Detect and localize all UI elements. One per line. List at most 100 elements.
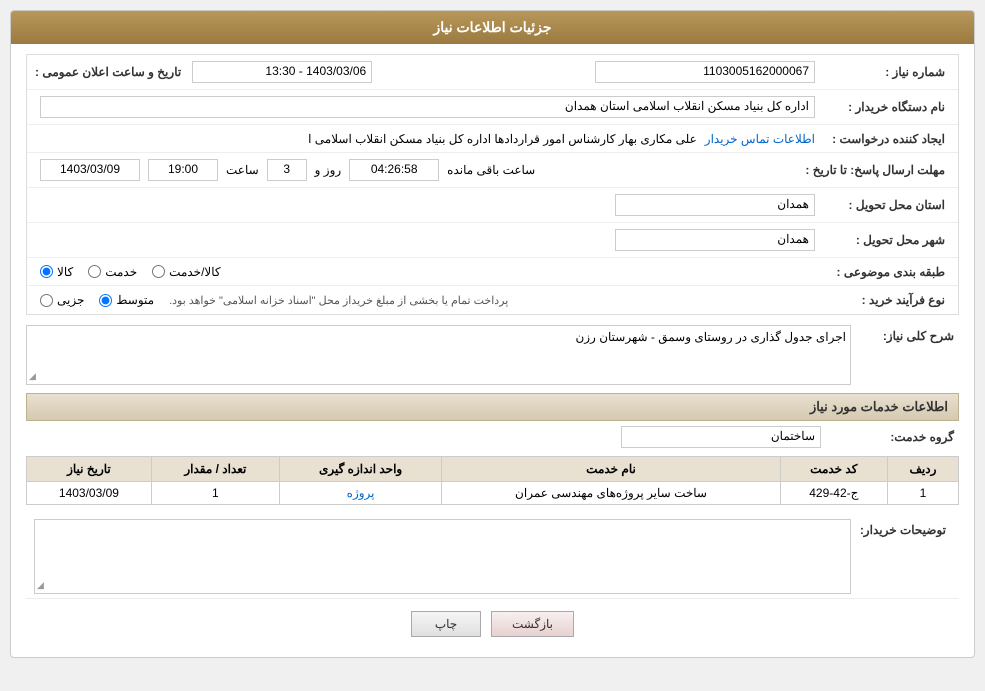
cell-unit-1: پروژه [279, 482, 441, 505]
purchase-radio-medium-input[interactable] [99, 294, 112, 307]
buyer-desc-label: توضیحات خریدار: [851, 519, 951, 537]
need-number-row: شماره نیاز : 1103005162000067 1403/03/06… [27, 55, 958, 90]
resize-handle-icon: ◢ [29, 371, 36, 382]
delivery-province-label: استان محل تحویل : [820, 198, 950, 212]
service-group-row: گروه خدمت: ساختمان [26, 426, 959, 448]
category-radio-khedmat-input[interactable] [88, 265, 101, 278]
card-header: جزئیات اطلاعات نیاز [11, 11, 974, 44]
service-info-title: اطلاعات خدمات مورد نیاز [810, 399, 948, 414]
need-number-field: 1103005162000067 [595, 61, 815, 83]
category-radio-kala: کالا [40, 265, 73, 279]
purchase-radio-medium: متوسط [99, 293, 154, 307]
service-info-header: اطلاعات خدمات مورد نیاز [26, 393, 959, 421]
back-button[interactable]: بازگشت [491, 611, 574, 637]
need-number-label: شماره نیاز : [820, 65, 950, 79]
reply-deadline-value: ساعت باقی مانده 04:26:58 روز و 3 ساعت 19… [35, 157, 805, 183]
remaining-time-field: 04:26:58 [349, 159, 439, 181]
requester-contact-link[interactable]: اطلاعات تماس خریدار [705, 132, 815, 146]
time-label: ساعت [226, 163, 259, 177]
delivery-province-value: همدان [35, 192, 820, 218]
reply-date-field: 1403/03/09 [40, 159, 140, 181]
button-row: بازگشت چاپ [26, 611, 959, 647]
announcement-date-field: 1403/03/06 - 13:30 [192, 61, 372, 83]
buyer-desc-wrapper: ◢ [34, 519, 851, 594]
buyer-org-label: نام دستگاه خریدار : [820, 100, 950, 114]
service-group-field: ساختمان [621, 426, 821, 448]
reply-deadline-row: مهلت ارسال پاسخ: تا تاریخ : ساعت باقی ما… [27, 153, 958, 188]
card-body: شماره نیاز : 1103005162000067 1403/03/06… [11, 44, 974, 657]
category-label: طبقه بندی موضوعی : [820, 265, 950, 279]
purchase-type-row: نوع فرآیند خرید : پرداخت تمام یا بخشی از… [27, 286, 958, 314]
purchase-label-small: جزیی [57, 293, 84, 307]
category-radio-group: کالا/خدمت خدمت کالا [40, 265, 815, 279]
need-number-value: 1103005162000067 [372, 59, 820, 85]
service-group-label: گروه خدمت: [829, 430, 959, 444]
info-section: شماره نیاز : 1103005162000067 1403/03/06… [26, 54, 959, 315]
cell-row-1: 1 [887, 482, 958, 505]
date-row: ساعت باقی مانده 04:26:58 روز و 3 ساعت 19… [40, 159, 800, 181]
announcement-date-block: 1403/03/06 - 13:30 تاریخ و ساعت اعلان عم… [35, 61, 372, 83]
purchase-notice: پرداخت تمام یا بخشی از مبلغ خریداز محل "… [169, 294, 508, 307]
purchase-radio-group: پرداخت تمام یا بخشی از مبلغ خریداز محل "… [40, 293, 815, 307]
requester-row: ایجاد کننده درخواست : اطلاعات تماس خریدا… [27, 125, 958, 153]
col-header-date: تاریخ نیاز [27, 457, 152, 482]
buyer-org-value: اداره کل بنیاد مسکن انقلاب اسلامی استان … [35, 94, 820, 120]
requester-name: علی مکاری بهار کارشناس امور قراردادها اد… [308, 132, 697, 146]
need-description-textarea[interactable] [27, 326, 850, 381]
remaining-label: ساعت باقی مانده [447, 163, 535, 177]
need-description-section: شرح کلی نیاز: ◢ (function(){ var ta = do… [26, 325, 959, 385]
cell-name-1: ساخت سایر پروژه‌های مهندسی عمران [442, 482, 780, 505]
category-label-kala: کالا [57, 265, 73, 279]
table-row: 1 ج-42-429 ساخت سایر پروژه‌های مهندسی عم… [27, 482, 959, 505]
buyer-desc-resize-icon: ◢ [37, 580, 44, 591]
requester-value: اطلاعات تماس خریدار علی مکاری بهار کارشن… [35, 130, 820, 148]
category-row: طبقه بندی موضوعی : کالا/خدمت خدمت [27, 258, 958, 286]
service-table: ردیف کد خدمت نام خدمت واحد اندازه گیری ت… [26, 456, 959, 505]
col-header-unit: واحد اندازه گیری [279, 457, 441, 482]
col-header-row: ردیف [887, 457, 958, 482]
service-table-header-row: ردیف کد خدمت نام خدمت واحد اندازه گیری ت… [27, 457, 959, 482]
need-description-textarea-wrapper: ◢ [26, 325, 851, 385]
delivery-city-value: همدان [35, 227, 820, 253]
days-field: 3 [267, 159, 307, 181]
purchase-type-label: نوع فرآیند خرید : [820, 293, 950, 307]
buyer-org-field: اداره کل بنیاد مسکن انقلاب اسلامی استان … [40, 96, 815, 118]
requester-label: ایجاد کننده درخواست : [820, 132, 950, 146]
cell-qty-1: 1 [151, 482, 279, 505]
reply-time-field: 19:00 [148, 159, 218, 181]
main-card: جزئیات اطلاعات نیاز شماره نیاز : 1103005… [10, 10, 975, 658]
reply-deadline-label: مهلت ارسال پاسخ: تا تاریخ : [805, 163, 950, 177]
need-description-label: شرح کلی نیاز: [859, 325, 959, 343]
category-radio-kala-khedmat-input[interactable] [152, 265, 165, 278]
buyer-org-row: نام دستگاه خریدار : اداره کل بنیاد مسکن … [27, 90, 958, 125]
cell-code-1: ج-42-429 [780, 482, 887, 505]
need-description-wrapper: ◢ (function(){ var ta = document.querySe… [26, 325, 851, 385]
purchase-radio-small-input[interactable] [40, 294, 53, 307]
page-title: جزئیات اطلاعات نیاز [433, 19, 551, 35]
delivery-province-field: همدان [615, 194, 815, 216]
category-radio-kala-khedmat: کالا/خدمت [152, 265, 220, 279]
service-table-body: 1 ج-42-429 ساخت سایر پروژه‌های مهندسی عم… [27, 482, 959, 505]
announcement-date-label: تاریخ و ساعت اعلان عمومی : [35, 65, 186, 79]
buyer-desc-textarea-wrapper: ◢ [34, 519, 851, 594]
page-wrapper: جزئیات اطلاعات نیاز شماره نیاز : 1103005… [0, 0, 985, 691]
purchase-radio-small: جزیی [40, 293, 84, 307]
days-label: روز و [315, 163, 342, 177]
category-radio-kala-input[interactable] [40, 265, 53, 278]
purchase-label-medium: متوسط [116, 293, 154, 307]
print-button[interactable]: چاپ [411, 611, 481, 637]
buyer-desc-section: توضیحات خریدار: ◢ [26, 515, 959, 599]
col-header-name: نام خدمت [442, 457, 780, 482]
service-table-head: ردیف کد خدمت نام خدمت واحد اندازه گیری ت… [27, 457, 959, 482]
category-label-khedmat: خدمت [105, 265, 137, 279]
purchase-type-value: پرداخت تمام یا بخشی از مبلغ خریداز محل "… [35, 291, 820, 309]
delivery-province-row: استان محل تحویل : همدان [27, 188, 958, 223]
cell-date-1: 1403/03/09 [27, 482, 152, 505]
category-radio-khedmat: خدمت [88, 265, 137, 279]
category-value: کالا/خدمت خدمت کالا [35, 263, 820, 281]
col-header-qty: تعداد / مقدار [151, 457, 279, 482]
delivery-city-row: شهر محل تحویل : همدان [27, 223, 958, 258]
delivery-city-label: شهر محل تحویل : [820, 233, 950, 247]
col-header-code: کد خدمت [780, 457, 887, 482]
buyer-desc-textarea[interactable] [35, 520, 850, 590]
